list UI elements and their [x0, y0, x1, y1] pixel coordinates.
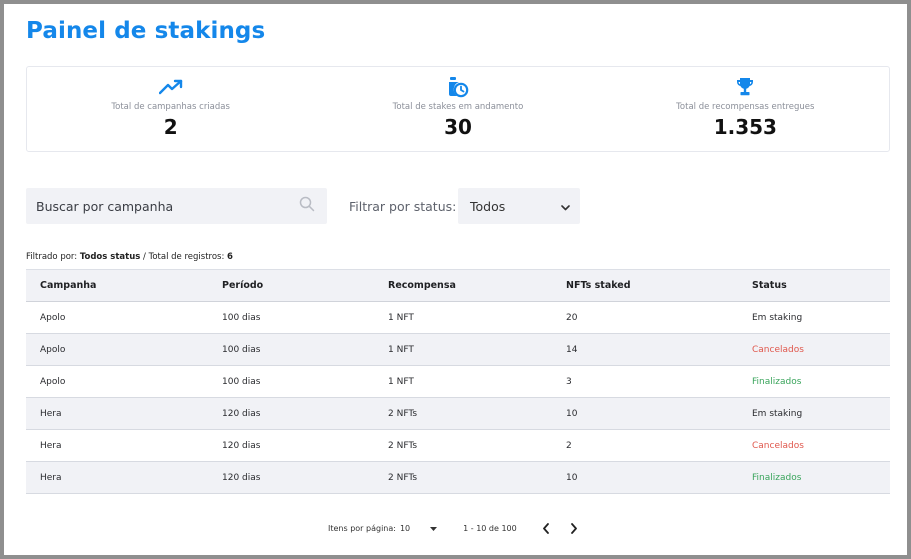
column-header-nfts-staked: NFTs staked	[566, 280, 631, 291]
trending-up-icon	[158, 76, 184, 98]
cell-campanha: Apolo	[40, 344, 66, 355]
chevron-right-icon	[570, 522, 577, 534]
cell-campanha: Apolo	[40, 376, 66, 387]
status-select-value: Todos	[470, 198, 506, 214]
cell-recompensa: 2 NFTs	[388, 440, 418, 451]
cell-nfts: 3	[566, 376, 572, 387]
cell-nfts: 20	[566, 312, 578, 323]
table-row[interactable]: Apolo 100 dias 1 NFT 3 Finalizados	[26, 366, 890, 398]
stat-label: Total de campanhas criadas	[111, 102, 230, 112]
caret-down-icon	[430, 524, 438, 533]
cell-status: Finalizados	[752, 472, 802, 483]
stat-label: Total de recompensas entregues	[676, 102, 815, 112]
summary-total: 6	[227, 252, 233, 262]
stat-value: 2	[163, 115, 178, 139]
cell-campanha: Hera	[40, 440, 62, 451]
status-select[interactable]: Todos	[458, 188, 580, 224]
summary-prefix: Filtrado por:	[26, 252, 80, 262]
cell-status: Finalizados	[752, 376, 802, 387]
column-header-status: Status	[752, 280, 787, 291]
column-header-campanha: Campanha	[40, 280, 97, 291]
cell-periodo: 120 dias	[222, 472, 261, 483]
trophy-icon	[732, 76, 758, 98]
cell-nfts: 14	[566, 344, 578, 355]
next-page-button[interactable]	[567, 521, 581, 535]
summary-separator: / Total de registros:	[140, 252, 228, 262]
cell-status: Em staking	[752, 312, 803, 323]
cell-nfts: 2	[566, 440, 572, 451]
previous-page-button[interactable]	[539, 521, 553, 535]
stats-panel: Total de campanhas criadas 2 Total de st…	[26, 66, 890, 152]
chevron-left-icon	[542, 522, 549, 534]
cell-campanha: Apolo	[40, 312, 66, 323]
stat-value: 1.353	[713, 115, 777, 139]
cell-periodo: 100 dias	[222, 312, 261, 323]
chevron-down-icon	[561, 199, 570, 214]
cell-status: Cancelados	[752, 440, 804, 451]
stat-label: Total de stakes em andamento	[392, 102, 524, 112]
table-header: Campanha Período Recompensa NFTs staked …	[26, 269, 890, 302]
stat-stakes: Total de stakes em andamento 30	[314, 67, 601, 151]
cell-recompensa: 1 NFT	[388, 312, 414, 323]
cell-periodo: 120 dias	[222, 408, 261, 419]
filter-summary: Filtrado por: Todos status / Total de re…	[26, 252, 233, 262]
cell-recompensa: 1 NFT	[388, 344, 414, 355]
per-page-label: Itens por página:	[328, 523, 396, 533]
page-title: Painel de stakings	[26, 18, 266, 44]
cell-status: Em staking	[752, 408, 803, 419]
cell-recompensa: 2 NFTs	[388, 472, 418, 483]
stat-value: 30	[444, 115, 472, 139]
table-row[interactable]: Apolo 100 dias 1 NFT 14 Cancelados	[26, 334, 890, 366]
table-row[interactable]: Hera 120 dias 2 NFTs 10 Em staking	[26, 398, 890, 430]
cell-periodo: 100 dias	[222, 344, 261, 355]
stake-clock-icon	[445, 76, 471, 98]
search-icon[interactable]	[299, 196, 315, 216]
stat-campaigns: Total de campanhas criadas 2	[27, 67, 314, 151]
cell-nfts: 10	[566, 408, 578, 419]
cell-nfts: 10	[566, 472, 578, 483]
app-frame: Painel de stakings Total de campanhas cr…	[4, 4, 907, 555]
stakings-table: Campanha Período Recompensa NFTs staked …	[26, 269, 890, 494]
filter-label: Filtrar por status:	[349, 199, 457, 214]
cell-status: Cancelados	[752, 344, 804, 355]
table-row[interactable]: Hera 120 dias 2 NFTs 2 Cancelados	[26, 430, 890, 462]
column-header-periodo: Período	[222, 280, 264, 291]
summary-status: Todos status	[79, 252, 141, 262]
per-page-value: 10	[399, 523, 411, 533]
table-row[interactable]: Hera 120 dias 2 NFTs 10 Finalizados	[26, 462, 890, 494]
cell-campanha: Hera	[40, 472, 62, 483]
page-range: 1 - 10 de 100	[463, 523, 517, 533]
cell-recompensa: 2 NFTs	[388, 408, 418, 419]
pagination: Itens por página: 10 1 - 10 de 100	[328, 521, 581, 535]
cell-campanha: Hera	[40, 408, 62, 419]
cell-periodo: 100 dias	[222, 376, 261, 387]
search-box	[26, 188, 327, 224]
search-input[interactable]	[36, 198, 286, 214]
cell-periodo: 120 dias	[222, 440, 261, 451]
column-header-recompensa: Recompensa	[388, 280, 456, 291]
per-page-select[interactable]: Itens por página: 10	[328, 523, 438, 533]
stat-rewards: Total de recompensas entregues 1.353	[602, 67, 889, 151]
cell-recompensa: 1 NFT	[388, 376, 414, 387]
table-row[interactable]: Apolo 100 dias 1 NFT 20 Em staking	[26, 302, 890, 334]
